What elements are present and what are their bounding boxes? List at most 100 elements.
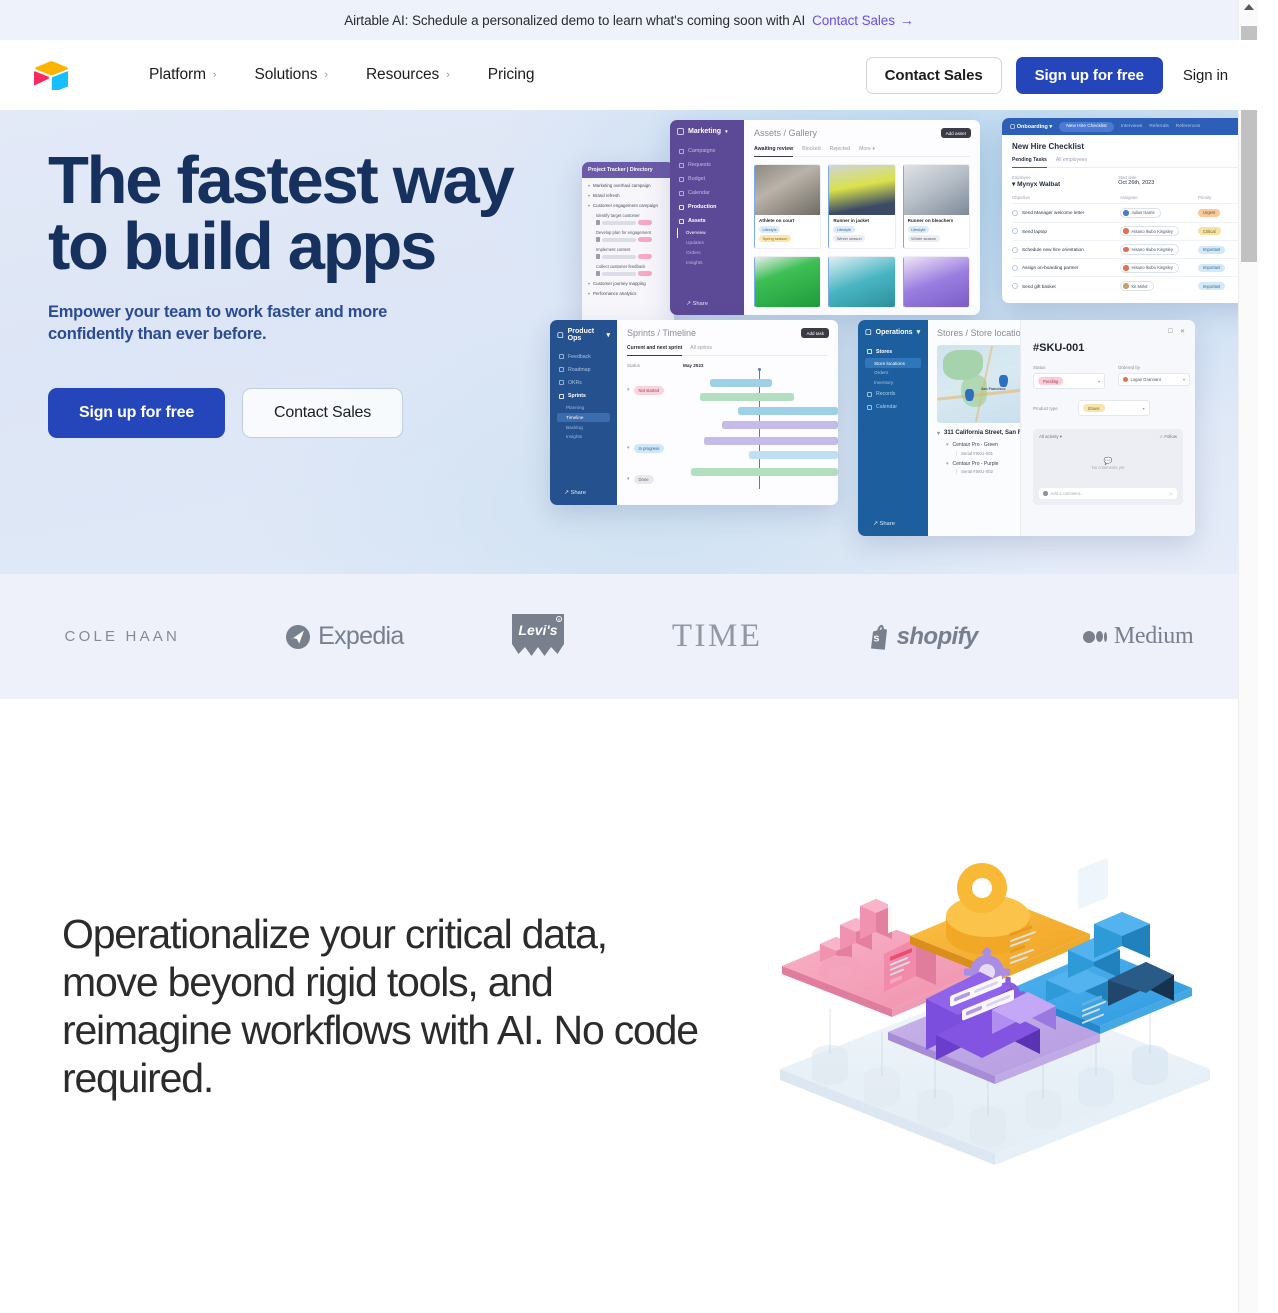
activity-filter[interactable]: All activity ▾ (1039, 434, 1062, 440)
tab-rejected[interactable]: Rejected (830, 146, 850, 152)
sidebar-subitem-insights[interactable]: Insights (557, 432, 610, 442)
tab-awaiting-review[interactable]: Awaiting review (754, 146, 794, 157)
check-circle-icon (1012, 209, 1018, 216)
add-task-button[interactable]: Add task (801, 328, 829, 338)
banner-contact-sales-link[interactable]: Contact Sales → (812, 13, 914, 28)
asset-thumbnail (903, 165, 969, 216)
avatar (1123, 265, 1129, 271)
sidebar-item-budget[interactable]: Budget (677, 172, 737, 186)
nav-contact-sales-button[interactable]: Contact Sales (865, 56, 1002, 94)
product-type-select[interactable]: Shoes ▾ (1077, 400, 1150, 416)
sidebar-item-calendar[interactable]: Calendar (865, 401, 921, 414)
scroll-up-arrow-icon[interactable] (1244, 4, 1254, 10)
list-item: ▾ Customer engagement campaign (588, 203, 668, 208)
asset-tag: Lifestyle (833, 225, 855, 234)
sidebar-subitem-updates[interactable]: Updates (677, 238, 737, 248)
asset-tag: Lifestyle (759, 225, 781, 234)
sidebar-subitem-timeline[interactable]: Timeline (557, 412, 610, 423)
asset-card[interactable] (902, 255, 970, 308)
sidebar-item-campaigns[interactable]: Campaigns (677, 144, 737, 158)
grid-icon (677, 128, 684, 135)
breadcrumb-secondary: Gallery (788, 128, 818, 138)
comment-input[interactable]: Add a comment... ▷ (1039, 488, 1177, 499)
nav-item-pricing[interactable]: Pricing (469, 58, 554, 92)
hero-contact-sales-button[interactable]: Contact Sales (242, 388, 404, 439)
tab-pending-tasks[interactable]: Pending Tasks (1012, 157, 1047, 168)
list-item: ▾ Customer journey mapping (588, 281, 668, 286)
sidebar-subitem-backlog[interactable]: Backlog (557, 422, 610, 432)
avatar (1123, 210, 1129, 216)
table-row[interactable]: Schedule new hire orientation Hisano Iku… (1012, 239, 1258, 258)
nav-item-solutions[interactable]: Solutions › (236, 58, 347, 92)
sidebar-item-requests[interactable]: Requests (677, 158, 737, 172)
tab-blocked[interactable]: Blocked (802, 146, 820, 152)
close-icon[interactable]: ✕ (1180, 328, 1185, 335)
tab-referrals[interactable]: Referrals (1149, 124, 1168, 129)
sidebar-item-production[interactable]: Production (677, 200, 737, 214)
ordered-by-select[interactable]: Logan Grannant ▾ (1118, 373, 1190, 386)
record-sku-title: #SKU-001 (1033, 342, 1085, 354)
share-button[interactable]: ↗ Share (686, 301, 708, 307)
main-navbar: Platform › Solutions › Resources › Prici… (0, 40, 1258, 110)
asset-card[interactable]: Runner in jacket Lifestyle Winter season (828, 164, 896, 249)
airtable-logo[interactable] (33, 60, 69, 93)
nav-signin-link[interactable]: Sign in (1177, 63, 1234, 88)
avatar (1043, 491, 1048, 496)
sidebar-item-sprints[interactable]: Sprints (557, 390, 610, 403)
sidebar-item-stores[interactable]: Stores (865, 345, 921, 358)
add-asset-button[interactable]: Add asset (940, 128, 971, 138)
asset-card[interactable]: Athlete on court Lifestyle Spring season (754, 164, 822, 249)
nav-signup-button[interactable]: Sign up for free (1015, 56, 1163, 94)
sidebar-item-records[interactable]: Records (865, 388, 921, 401)
sidebar-subitem-store-locations[interactable]: Store locations (865, 358, 921, 368)
tab-all-employees[interactable]: All employees (1056, 157, 1087, 163)
send-icon[interactable]: ▷ (1170, 491, 1173, 496)
sidebar-subitem-inventory[interactable]: Inventory (865, 378, 921, 388)
nav-item-resources[interactable]: Resources › (347, 58, 469, 92)
nav-label: Pricing (487, 66, 535, 83)
sidebar-subitem-overview[interactable]: Overview (677, 228, 737, 238)
asset-tag: Winter season (907, 234, 940, 243)
asset-card[interactable] (828, 255, 896, 308)
share-button[interactable]: ↗ Share (873, 521, 895, 527)
sidebar-item-roadmap[interactable]: Roadmap (557, 363, 610, 376)
sidebar-subitem-insights[interactable]: Insights (677, 258, 737, 268)
tab-more[interactable]: More ▾ (859, 146, 875, 152)
sidebar-item-assets[interactable]: Assets (677, 214, 737, 228)
share-button[interactable]: ↗ Share (564, 490, 586, 496)
table-row[interactable]: Assign on-boarding partner Hisano Ikubo … (1012, 258, 1258, 276)
sidebar-subitem-orders[interactable]: Orders (677, 248, 737, 258)
table-row[interactable]: Send laptop Hisano Ikubo Kingsley Critic… (1012, 221, 1258, 240)
table-row[interactable]: Send gift basket Kit Mirkit Important (1012, 276, 1258, 294)
avatar (1123, 283, 1129, 289)
page-scrollbar[interactable] (1238, 0, 1258, 1313)
column-objective: Objective (1012, 195, 1030, 201)
sidebar-subitem-planning[interactable]: Planning (557, 403, 610, 413)
status-select[interactable]: Pending ▾ (1033, 373, 1105, 389)
sidebar-item-feedback[interactable]: Feedback (557, 350, 610, 363)
chevron-down-icon: ▾ (588, 281, 591, 286)
flow-icon (679, 204, 684, 210)
employee-name: ▾ Mynyx Walbat (1012, 181, 1061, 189)
tab-new-hire-checklist[interactable]: New Hire Checklist (1059, 121, 1114, 132)
sidebar-item-calendar[interactable]: Calendar (677, 186, 737, 200)
hero-signup-button[interactable]: Sign up for free (48, 388, 226, 439)
tab-interviews[interactable]: Interviews (1121, 124, 1143, 129)
check-circle-icon (1012, 246, 1018, 253)
tab-all-sprints[interactable]: All sprints (690, 345, 712, 351)
asset-card[interactable] (754, 255, 822, 308)
tab-current-next-sprint[interactable]: Current and next sprint (627, 345, 683, 356)
status-column-label: Status (627, 363, 641, 369)
onboarding-title: New Hire Checklist (1012, 142, 1085, 151)
follow-button[interactable]: ☆ Follow (1159, 434, 1177, 440)
chevron-down-icon: ▾ (1142, 405, 1145, 411)
table-row[interactable]: Send Manager welcome letter Julius Harri… (1012, 203, 1258, 221)
person-icon (596, 271, 600, 276)
arrow-right-icon: → (899, 12, 914, 28)
expand-icon[interactable]: ☐ (1168, 328, 1173, 335)
tab-references[interactable]: References (1176, 124, 1201, 129)
sidebar-item-okrs[interactable]: OKRs (557, 376, 610, 389)
sidebar-subitem-orders[interactable]: Orders (865, 368, 921, 378)
nav-item-platform[interactable]: Platform › (130, 58, 236, 92)
asset-card[interactable]: Runner on bleachers Lifestyle Winter sea… (902, 164, 970, 249)
